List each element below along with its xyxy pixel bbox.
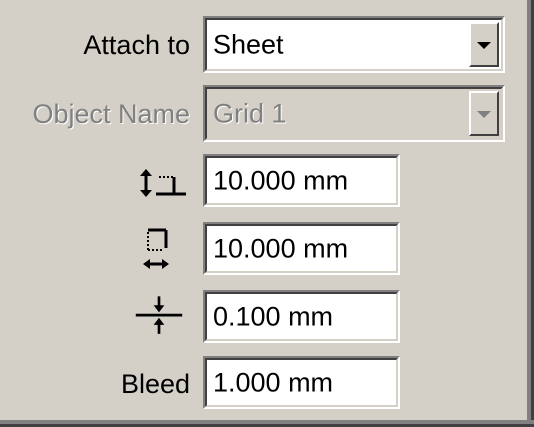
vertical-spacing-value: 10.000 mm [213,233,349,263]
object-name-dropdown: Grid 1 [203,85,505,142]
grid-properties-panel: Attach to Sheet Object Name Grid 1 10.00… [0,0,534,427]
horizontal-spacing-icon [140,169,186,197]
bleed-label: Bleed [120,369,190,399]
chevron-down-icon [477,110,491,118]
horizontal-spacing-value: 10.000 mm [213,165,349,195]
bleed-value: 1.000 mm [213,367,334,397]
vertical-spacing-icon [143,228,169,269]
chevron-down-icon [477,41,491,49]
attach-to-dropdown-button[interactable] [469,22,499,67]
object-name-dropdown-button [469,91,499,136]
attach-to-label: Attach to [83,30,190,60]
horizontal-spacing-input[interactable]: 10.000 mm [203,154,400,207]
line-width-input[interactable]: 0.100 mm [203,290,400,343]
line-width-value: 0.100 mm [213,301,334,331]
line-width-icon [135,296,183,334]
object-name-label: Object Name [32,99,190,129]
attach-to-dropdown[interactable]: Sheet [203,16,505,73]
object-name-value: Grid 1 [213,98,287,128]
attach-to-value: Sheet [213,29,284,59]
bleed-input[interactable]: 1.000 mm [203,356,400,409]
vertical-spacing-input[interactable]: 10.000 mm [203,222,400,275]
